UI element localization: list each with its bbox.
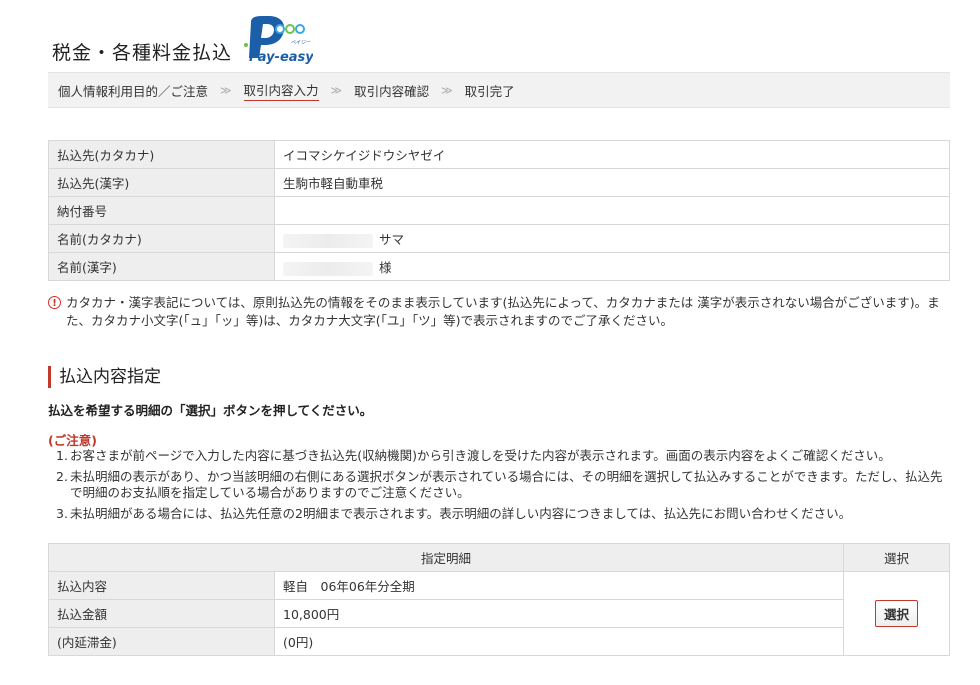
row-label: 名前(カタカナ) — [48, 224, 275, 253]
step-separator-icon: ≫ — [220, 83, 232, 97]
caution-title: (ご注意) — [48, 433, 97, 448]
step-4: 取引完了 — [464, 83, 515, 99]
logo-main-text: Pay-easy — [249, 50, 313, 65]
row-label: 払込内容 — [48, 571, 275, 600]
step-separator-icon: ≫ — [330, 83, 343, 97]
step-1: 個人情報利用目的／ご注意 — [58, 83, 209, 99]
row-label: 名前(漢字) — [48, 252, 275, 281]
row-value: 10,800円 — [274, 599, 844, 628]
item-text: 未払明細の表示があり、かつ当該明細の右側にある選択ボタンが表示されている場合には… — [70, 469, 943, 500]
table-row: (内延滞金) (0円) — [48, 627, 950, 656]
step-2-current: 取引内容入力 — [243, 80, 319, 101]
item-number: 3. — [56, 506, 68, 521]
header-detail: 指定明細 — [48, 543, 844, 572]
row-label: 納付番号 — [48, 196, 275, 225]
item-number: 1. — [56, 448, 68, 463]
item-text: お客さまが前ページで入力した内容に基づき払込先(収納機関)から引き渡しを受けた内… — [70, 448, 891, 463]
table-row: 払込先(カタカナ) イコマシケイジドウシヤゼイ — [48, 140, 950, 169]
table-row: 払込先(漢字) 生駒市軽自動車税 — [48, 168, 950, 197]
header: 税金・各種料金払込 ペイジー Pay-easy — [48, 14, 948, 70]
row-label: 払込先(カタカナ) — [48, 140, 275, 169]
section-title: 払込内容指定 — [48, 366, 161, 388]
row-value: 生駒市軽自動車税 — [274, 168, 950, 197]
redacted-name — [283, 233, 373, 248]
table-header-row: 指定明細 選択 — [48, 543, 950, 572]
list-item: 3. 未払明細がある場合には、払込先任意の2明細まで表示されます。表示明細の詳しい… — [56, 506, 951, 522]
table-row: 名前(漢字) 様 — [48, 252, 950, 281]
payee-info-table: 払込先(カタカナ) イコマシケイジドウシヤゼイ 払込先(漢字) 生駒市軽自動車税… — [48, 140, 950, 281]
row-value — [274, 196, 950, 225]
pay-easy-logo: ペイジー Pay-easy — [244, 16, 313, 65]
honorific: 様 — [379, 260, 392, 275]
row-value: サマ — [274, 224, 950, 253]
table-row: 払込金額 10,800円 — [48, 599, 950, 628]
row-value: 様 — [274, 252, 950, 281]
row-value: (0円) — [274, 627, 844, 656]
item-text: 未払明細がある場合には、払込先任意の2明細まで表示されます。表示明細の詳しい内容… — [70, 506, 852, 521]
table-row: 名前(カタカナ) サマ — [48, 224, 950, 253]
step-separator-icon: ≫ — [441, 83, 453, 97]
caution-list: 1. お客さまが前ページで入力した内容に基づき払込先(収納機関)から引き渡しを受け… — [56, 448, 951, 527]
step-3: 取引内容確認 — [354, 83, 430, 99]
table-row: 納付番号 — [48, 196, 950, 225]
row-label: (内延滞金) — [48, 627, 275, 656]
row-label: 払込金額 — [48, 599, 275, 628]
logo-sub-text: ペイジー — [291, 40, 311, 46]
table-row: 払込内容 軽自 06年06年分全期 選択 — [48, 571, 950, 656]
row-value: 軽自 06年06年分全期 — [274, 571, 844, 600]
list-item: 1. お客さまが前ページで入力した内容に基づき払込先(収納機関)から引き渡しを受け… — [56, 448, 951, 464]
instruction-text: 払込を希望する明細の「選択」ボタンを押してください。 — [48, 403, 373, 418]
katakana-notice: ! カタカナ・漢字表記については、原則払込先の情報をそのまま表示しています(払込… — [48, 294, 953, 330]
honorific: サマ — [379, 232, 405, 247]
warning-icon: ! — [48, 296, 61, 309]
payment-detail-table: 指定明細 選択 払込内容 軽自 06年06年分全期 選択 払込金額 10,800… — [48, 543, 950, 656]
select-button[interactable]: 選択 — [874, 600, 918, 627]
header-select: 選択 — [843, 543, 950, 572]
row-label: 払込先(漢字) — [48, 168, 275, 197]
redacted-name — [283, 261, 373, 276]
notice-text: カタカナ・漢字表記については、原則払込先の情報をそのまま表示しています(払込先に… — [66, 295, 940, 328]
list-item: 2. 未払明細の表示があり、かつ当該明細の右側にある選択ボタンが表示されている場合… — [56, 469, 951, 501]
page-title: 税金・各種料金払込 — [52, 42, 233, 64]
step-indicator: 個人情報利用目的／ご注意 ≫ 取引内容入力 ≫ 取引内容確認 ≫ 取引完了 — [48, 72, 950, 108]
row-value: イコマシケイジドウシヤゼイ — [274, 140, 950, 169]
select-cell: 選択 — [843, 571, 950, 656]
item-number: 2. — [56, 469, 68, 484]
